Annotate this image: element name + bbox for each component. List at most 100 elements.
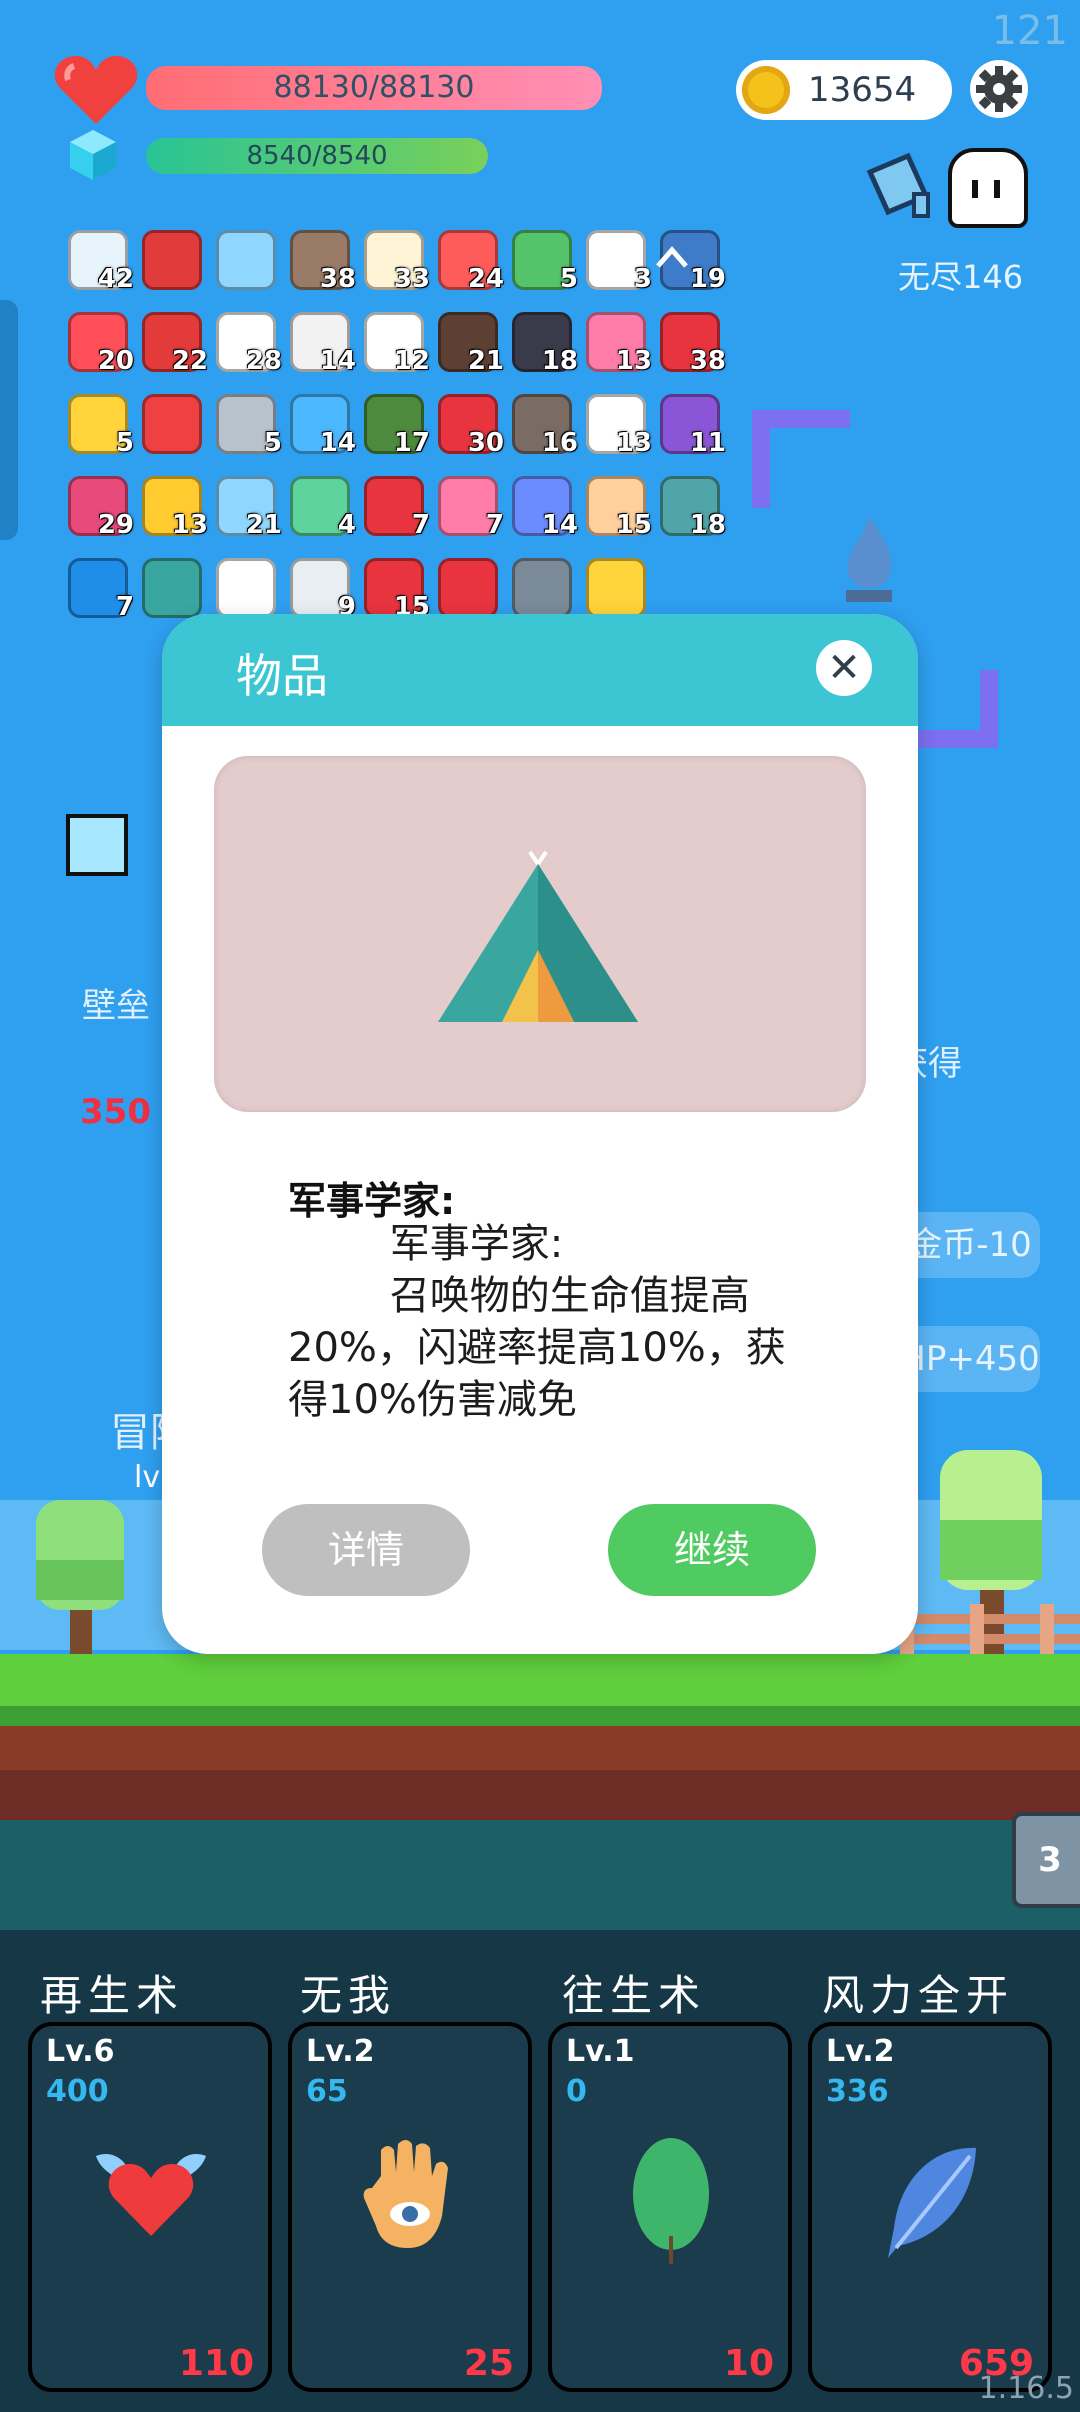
item-count: 7: [485, 510, 504, 540]
inventory-item[interactable]: [138, 226, 202, 290]
inventory-item[interactable]: [508, 554, 572, 618]
inventory-item[interactable]: 4: [286, 472, 356, 540]
item-count: 33: [393, 264, 430, 294]
inventory-item[interactable]: 13: [582, 390, 652, 458]
skill-card-rebirth[interactable]: Lv.1 0 10: [548, 2022, 792, 2392]
item-count: 5: [263, 428, 282, 458]
item-dialog: 物品 ✕ 军事学家: 军事学家: 召唤物的生命值提高20%，闪避率提高10%，获…: [162, 614, 918, 1654]
inventory-item[interactable]: 18: [508, 308, 578, 376]
portal-corner-icon: [752, 410, 850, 508]
item-count: 21: [245, 510, 282, 540]
inventory-item[interactable]: 30: [434, 390, 504, 458]
continue-button[interactable]: 继续: [608, 1504, 816, 1596]
endless-level-label: 无尽146: [898, 258, 1024, 296]
leaf-icon: [633, 2138, 709, 2264]
inventory-item[interactable]: 21: [434, 308, 504, 376]
details-button[interactable]: 详情: [262, 1504, 470, 1596]
inventory-item[interactable]: 28: [212, 308, 282, 376]
percent-tag-icon: [142, 394, 202, 454]
inventory-item[interactable]: 38: [286, 226, 356, 294]
inventory-item[interactable]: 22: [138, 308, 208, 376]
item-count: 13: [171, 510, 208, 540]
inventory-item[interactable]: 3: [582, 226, 652, 294]
inventory-item[interactable]: 21: [212, 472, 282, 540]
item-count: 19: [689, 264, 726, 294]
settings-gear-icon[interactable]: [968, 58, 1030, 120]
item-count: 42: [97, 264, 134, 294]
item-count: 3: [633, 264, 652, 294]
inventory-item[interactable]: 14: [286, 308, 356, 376]
inventory-item[interactable]: 24: [434, 226, 504, 294]
inventory-item[interactable]: 20: [64, 308, 134, 376]
inventory-item[interactable]: [138, 390, 202, 454]
skill-value: 400: [46, 2074, 109, 2109]
adventurer-level: lv: [134, 1460, 161, 1495]
inventory-item[interactable]: 33: [360, 226, 430, 294]
collapse-chevron-icon[interactable]: [652, 238, 692, 278]
mana-gem-icon: [70, 130, 116, 180]
hamsa-eye-icon: [363, 2140, 448, 2248]
item-count: 16: [541, 428, 578, 458]
inventory-item[interactable]: 12: [360, 308, 430, 376]
grass-ground: [0, 1654, 1080, 1706]
skill-cost: 25: [463, 2343, 514, 2384]
inventory-item[interactable]: 17: [360, 390, 430, 458]
inventory-item[interactable]: 29: [64, 472, 134, 540]
coin-cost-button[interactable]: 金币-10: [900, 1212, 1040, 1278]
ghost-pet-icon[interactable]: [948, 148, 1028, 228]
wave-badge[interactable]: 3: [1012, 1812, 1080, 1908]
skill-cost: 110: [178, 2343, 254, 2384]
inventory-item[interactable]: 42: [64, 226, 134, 294]
item-count: 30: [467, 428, 504, 458]
inventory-item[interactable]: 7: [360, 472, 430, 540]
tent-icon: [142, 558, 202, 618]
inventory-item[interactable]: 18: [656, 472, 726, 540]
inventory-item[interactable]: 15: [360, 554, 430, 622]
item-count: 28: [245, 346, 282, 376]
inventory-item[interactable]: 14: [508, 472, 578, 540]
item-count: 7: [115, 592, 134, 622]
inventory-item[interactable]: [212, 554, 276, 618]
inventory-item[interactable]: [434, 554, 498, 618]
inventory-item[interactable]: 13: [138, 472, 208, 540]
side-drawer-tab[interactable]: [0, 300, 18, 540]
dirt-layer-dark: [0, 1770, 1080, 1820]
version-label: 1.16.5: [978, 2371, 1074, 2406]
relic-frame-icon[interactable]: [66, 814, 128, 876]
inventory-item[interactable]: [138, 554, 202, 618]
inventory-item[interactable]: [582, 554, 646, 618]
inventory-item[interactable]: 5: [212, 390, 282, 458]
skill-level: Lv.2: [306, 2034, 375, 2069]
inventory-item[interactable]: 15: [582, 472, 652, 540]
inventory-item[interactable]: 38: [656, 308, 726, 376]
inventory-item[interactable]: 9: [286, 554, 356, 622]
skill-card-wind[interactable]: Lv.2 336 659: [808, 2022, 1052, 2392]
close-icon[interactable]: ✕: [816, 640, 872, 696]
inventory-item[interactable]: 14: [286, 390, 356, 458]
item-count: 20: [97, 346, 134, 376]
grass-edge: [0, 1706, 1080, 1726]
item-count: 22: [171, 346, 208, 376]
skill-level: Lv.1: [566, 2034, 635, 2069]
inventory-item[interactable]: 11: [656, 390, 726, 458]
item-count: 13: [615, 428, 652, 458]
item-count: 24: [467, 264, 504, 294]
skill-card-regen[interactable]: Lv.6 400 110: [28, 2022, 272, 2392]
inventory-item[interactable]: 5: [508, 226, 578, 294]
coin-icon: [742, 66, 790, 114]
skill-value: 336: [826, 2074, 889, 2109]
inventory-item[interactable]: [212, 226, 276, 290]
inventory-item[interactable]: 13: [582, 308, 652, 376]
item-name: 军事学家:: [288, 1179, 456, 1223]
hp-reward-button[interactable]: HP+450: [900, 1326, 1040, 1392]
inventory-item[interactable]: 5: [64, 390, 134, 458]
paint-bucket-icon[interactable]: [860, 146, 940, 226]
inventory-item[interactable]: 7: [434, 472, 504, 540]
skill-card-selfless[interactable]: Lv.2 65 25: [288, 2022, 532, 2392]
item-count: 13: [615, 346, 652, 376]
inventory-item[interactable]: 16: [508, 390, 578, 458]
hp-heart-icon: [54, 56, 138, 124]
fps-counter: 121: [991, 8, 1068, 54]
inventory-item[interactable]: 7: [64, 554, 134, 622]
dialog-title: 物品: [236, 649, 328, 703]
